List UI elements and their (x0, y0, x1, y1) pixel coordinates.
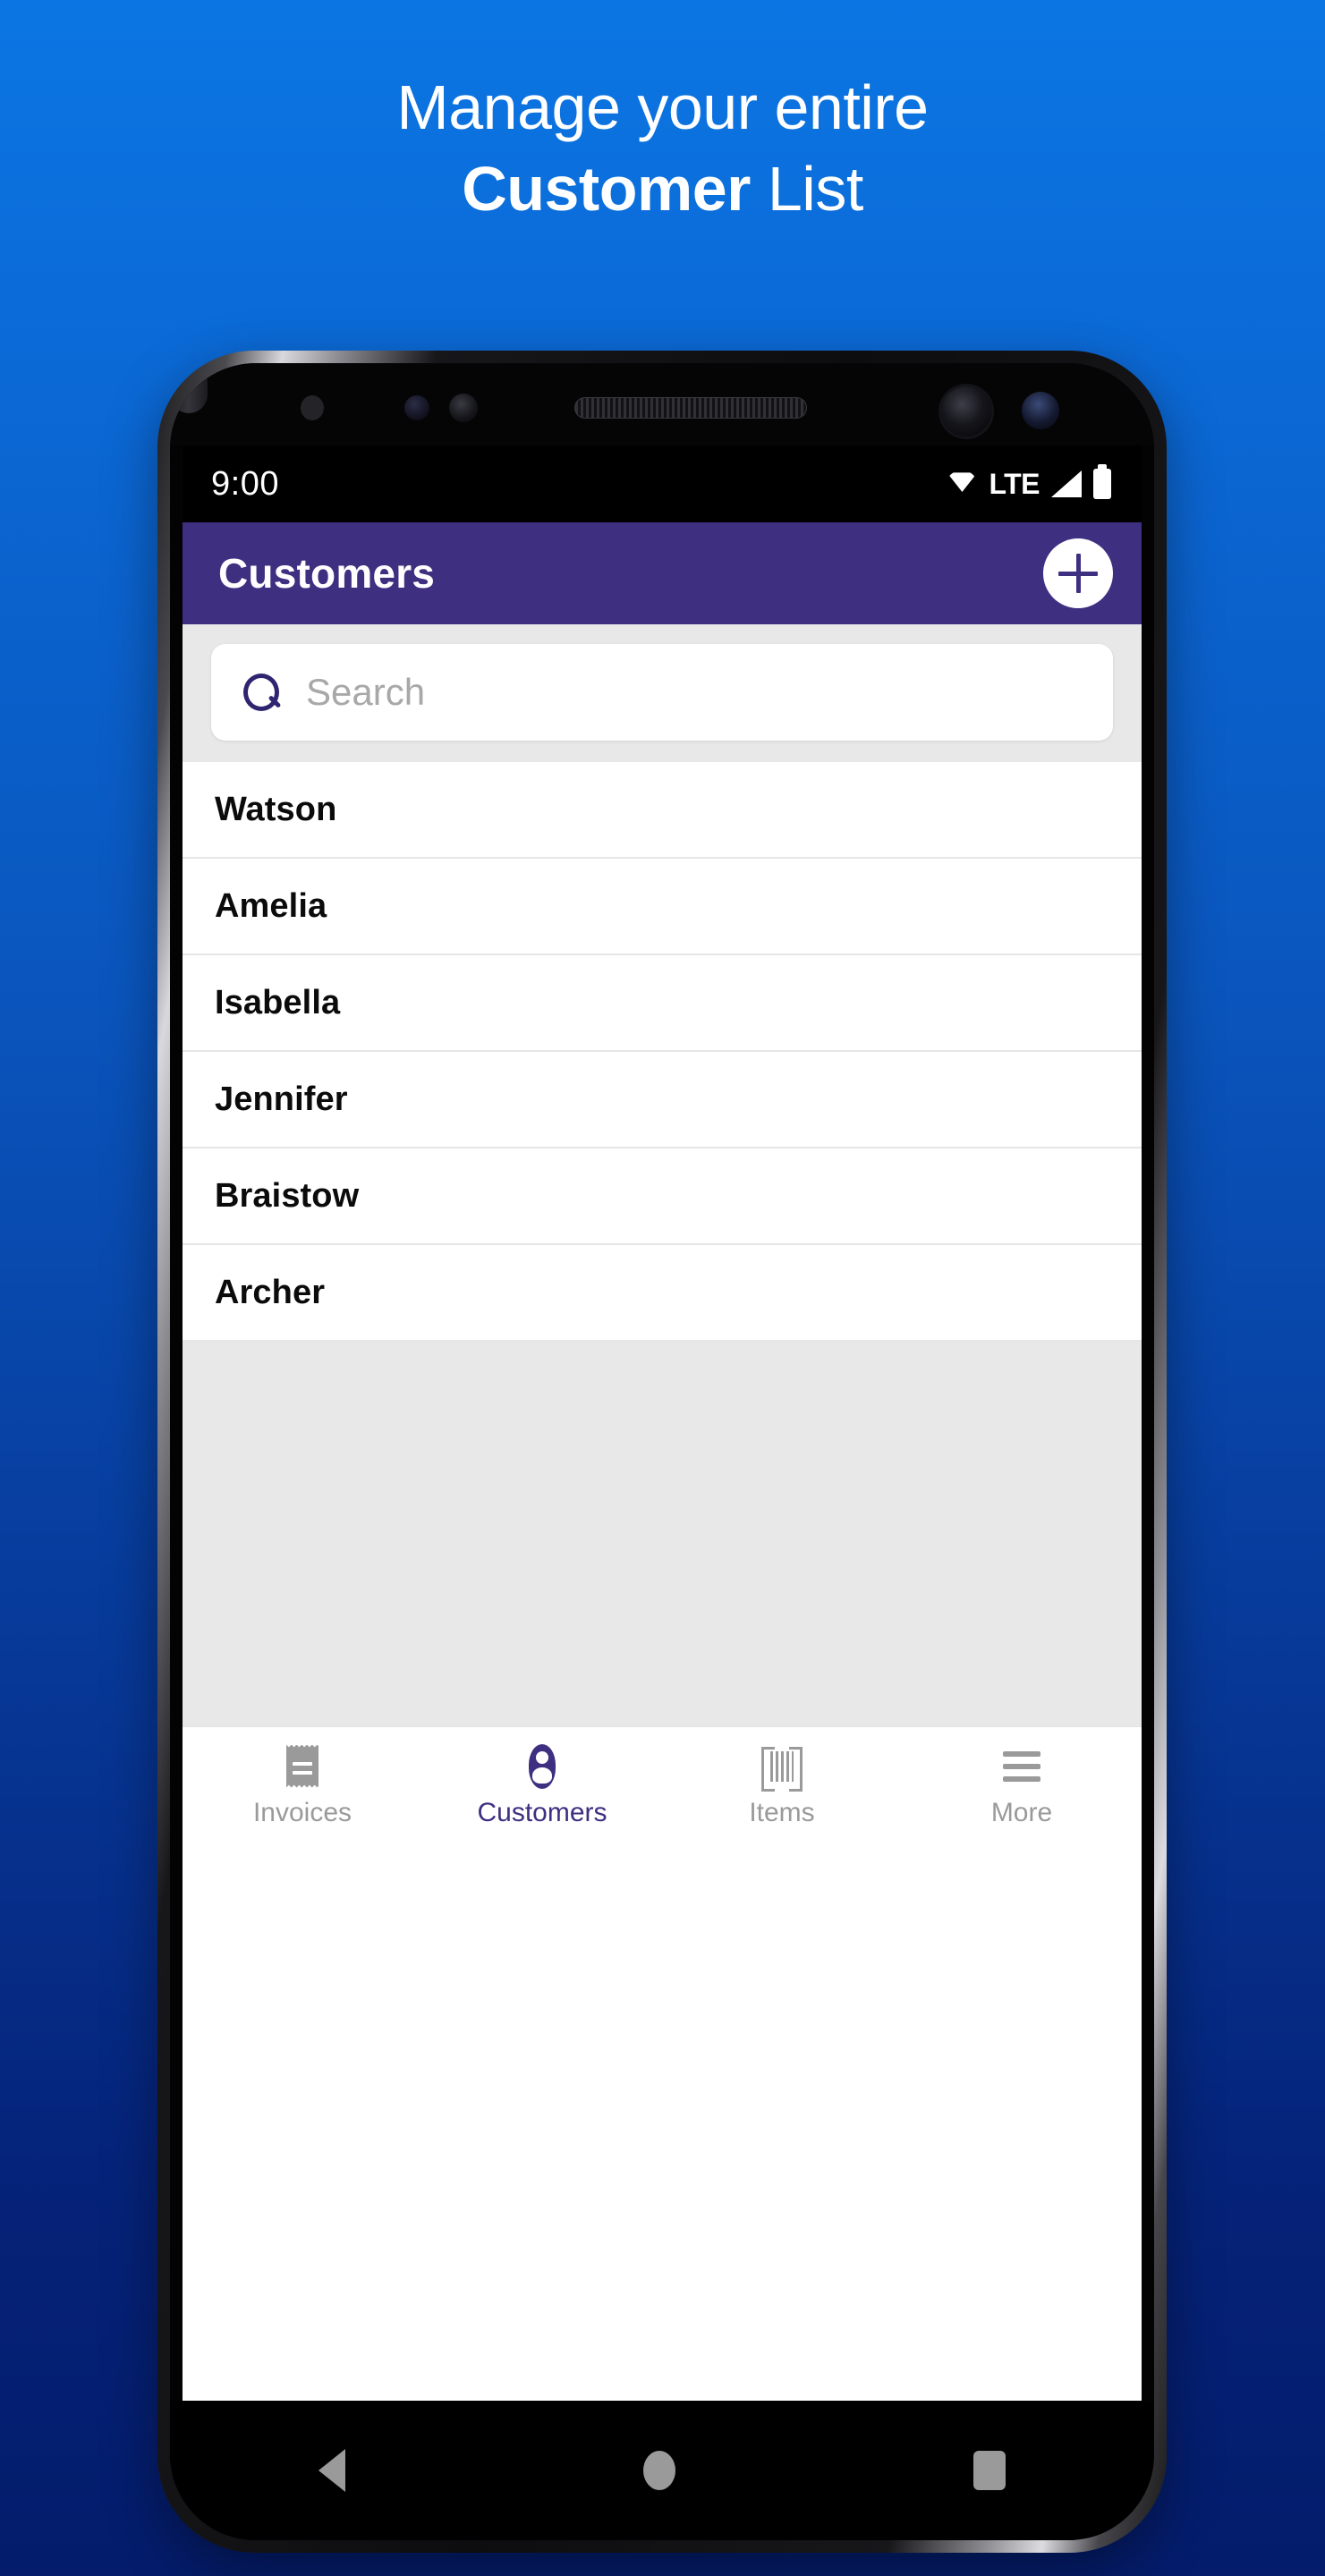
customer-name: Archer (215, 1273, 326, 1311)
status-indicators: LTE (947, 464, 1111, 501)
person-icon (522, 1743, 562, 1789)
promo-headline: Manage your entire Customer List (0, 70, 1325, 228)
search-section: Search (183, 624, 1142, 762)
front-camera-icon (941, 386, 991, 436)
hamburger-menu-icon (1003, 1744, 1040, 1789)
customer-name: Isabella (215, 983, 341, 1021)
customer-name: Braistow (215, 1176, 360, 1215)
home-circle-icon[interactable] (642, 2451, 675, 2490)
bottom-navigation: Invoices Customers Items More (183, 1726, 1142, 1844)
add-customer-button[interactable] (1043, 538, 1113, 608)
list-empty-area (183, 1342, 1142, 1726)
nav-label-invoices: Invoices (252, 1797, 352, 1827)
secondary-sensor-icon (1022, 392, 1059, 429)
network-type-label: LTE (989, 467, 1040, 500)
page-title: Customers (218, 550, 436, 597)
list-item[interactable]: Archer (183, 1245, 1142, 1342)
list-item[interactable]: Jennifer (183, 1052, 1142, 1148)
promo-line-2-bold: Customer (462, 154, 751, 225)
recents-square-icon[interactable] (973, 2451, 1006, 2490)
nav-label-items: Items (749, 1797, 815, 1827)
phone-screen: 9:00 LTE Customers Search Watson Amelia … (183, 445, 1142, 2401)
receipt-icon (286, 1744, 319, 1789)
signal-icon (1051, 470, 1082, 497)
nav-item-invoices[interactable]: Invoices (183, 1744, 422, 1828)
list-item[interactable]: Braistow (183, 1148, 1142, 1245)
search-placeholder: Search (306, 671, 426, 713)
sensor-pill-icon (170, 363, 208, 413)
promo-line-2-rest: List (750, 154, 863, 225)
light-sensor-icon (404, 395, 429, 420)
phone-top-bezel (170, 363, 1154, 445)
phone-mockup: 9:00 LTE Customers Search Watson Amelia … (157, 351, 1167, 2553)
search-icon (242, 672, 283, 713)
list-item[interactable]: Amelia (183, 859, 1142, 955)
wifi-icon (947, 470, 977, 497)
android-navigation-bar (170, 2401, 1154, 2540)
proximity-sensor-icon (301, 395, 324, 420)
customer-list: Watson Amelia Isabella Jennifer Braistow… (183, 762, 1142, 1342)
nav-item-items[interactable]: Items (662, 1744, 902, 1828)
promo-line-1: Manage your entire (396, 72, 929, 142)
search-input[interactable]: Search (211, 644, 1113, 741)
nav-label-more: More (990, 1797, 1053, 1827)
battery-icon (1093, 464, 1111, 499)
status-bar: 9:00 LTE (183, 445, 1142, 522)
customer-name: Amelia (215, 886, 327, 925)
phone-body: 9:00 LTE Customers Search Watson Amelia … (170, 363, 1154, 2540)
nav-item-more[interactable]: More (902, 1744, 1142, 1828)
iris-scanner-icon (449, 394, 478, 422)
status-time: 9:00 (211, 464, 279, 503)
list-item[interactable]: Watson (183, 762, 1142, 859)
earpiece-speaker-icon (574, 397, 807, 419)
promo-line-2: Customer List (0, 151, 1325, 227)
nav-label-customers: Customers (477, 1797, 607, 1827)
list-item[interactable]: Isabella (183, 955, 1142, 1052)
back-triangle-icon[interactable] (319, 2449, 346, 2492)
barcode-icon (761, 1744, 803, 1792)
customer-name: Jennifer (215, 1080, 348, 1118)
nav-item-customers[interactable]: Customers (422, 1743, 662, 1828)
customer-name: Watson (215, 790, 337, 828)
app-bar: Customers (183, 522, 1142, 624)
